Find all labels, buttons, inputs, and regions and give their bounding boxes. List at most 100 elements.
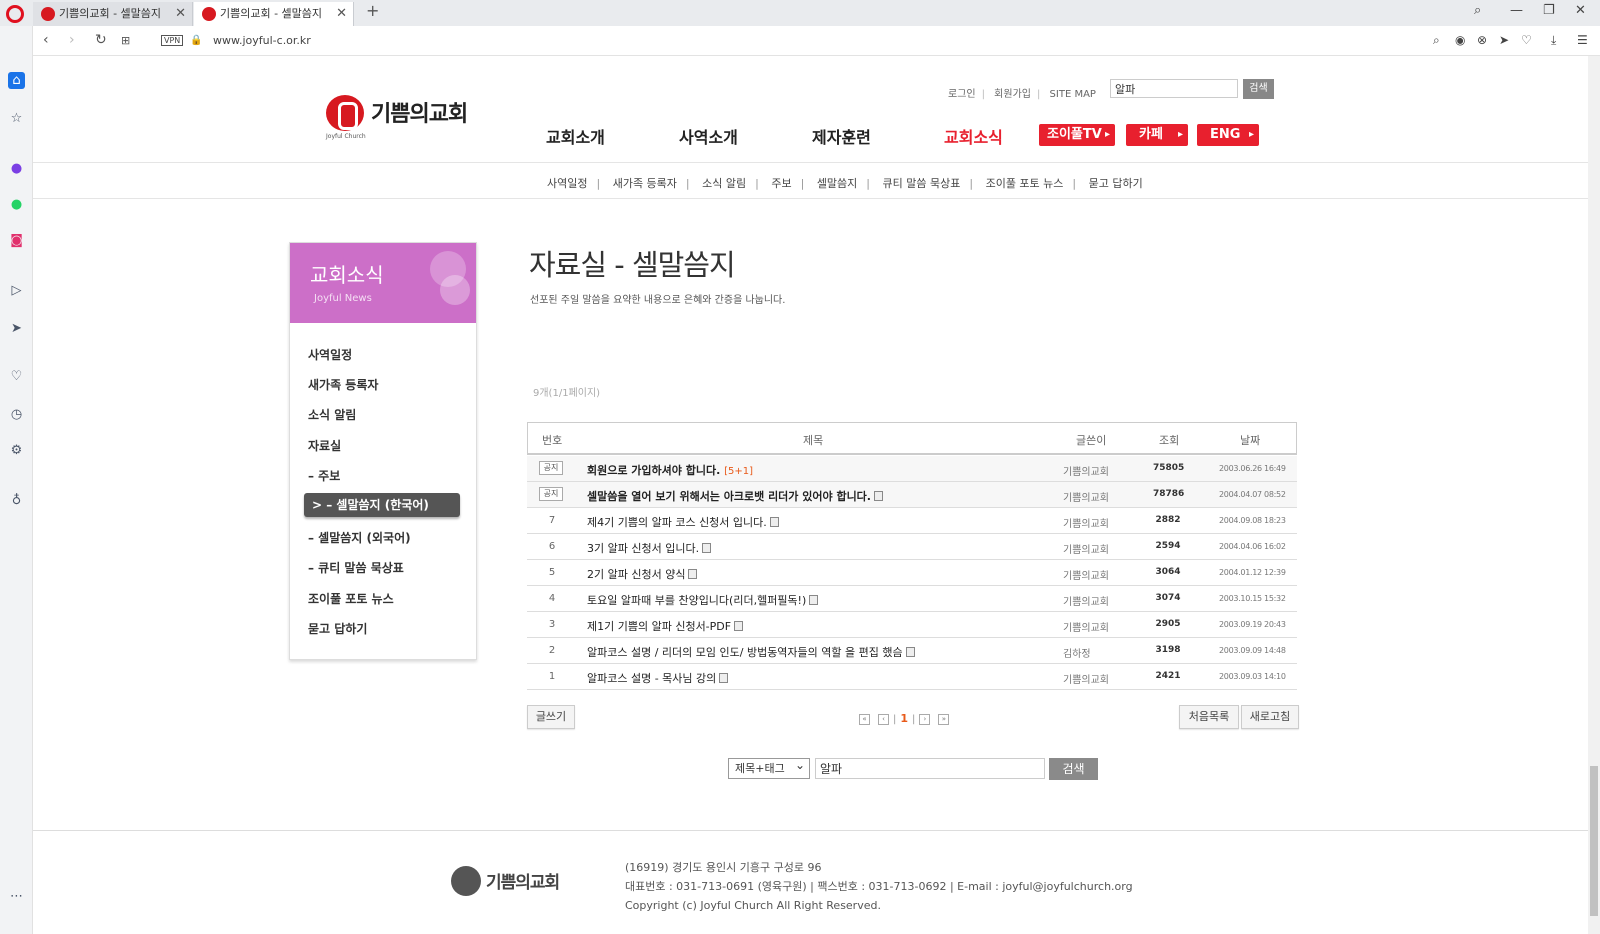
subnav-schedule[interactable]: 사역일정 — [547, 177, 587, 190]
post-title[interactable]: 셀말씀을 열어 보기 위해서는 아크로뱃 리더가 있어야 합니다. — [587, 490, 871, 503]
table-row[interactable]: 4 토요일 알파때 부를 찬양입니다(리더,헬퍼필독!) 기쁨의교회 3074 2003… — [527, 586, 1297, 612]
leftmenu-item[interactable]: – 주보 — [308, 467, 340, 484]
close-tab-icon[interactable]: ✕ — [336, 2, 347, 26]
scrollbar[interactable] — [1588, 56, 1600, 934]
close-window-icon[interactable]: ✕ — [1575, 3, 1586, 18]
post-title-link[interactable]: 제1기 기쁨의 알파 신청서-PDF — [587, 618, 744, 634]
subnav-news[interactable]: 소식 알림 — [702, 177, 746, 190]
player-icon[interactable]: ▷ — [8, 282, 25, 299]
history-icon[interactable]: ◷ — [8, 406, 25, 423]
post-title[interactable]: 3기 알파 신청서 입니다. — [587, 542, 699, 555]
speed-dial-icon[interactable]: ⊞ — [121, 34, 130, 47]
subnav-qt[interactable]: 큐티 말씀 묵상표 — [883, 177, 961, 190]
post-title[interactable]: 알파코스 설명 - 목사님 강의 — [587, 672, 716, 685]
first-page-icon[interactable]: « — [859, 713, 870, 725]
send-icon[interactable]: ➤ — [1499, 33, 1509, 47]
adblock-icon[interactable]: ⊗ — [1477, 33, 1487, 47]
last-page-icon[interactable]: » — [938, 713, 950, 725]
tips-icon[interactable]: ♁ — [8, 492, 25, 509]
opera-logo-icon[interactable] — [6, 5, 24, 23]
post-title[interactable]: 제4기 기쁨의 알파 코스 신청서 입니다. — [587, 516, 767, 529]
table-row[interactable]: 공지 셀말씀을 열어 보기 위해서는 아크로뱃 리더가 있어야 합니다. 기쁨의교회… — [527, 482, 1297, 508]
home-icon[interactable]: ⌂ — [8, 72, 25, 89]
post-title[interactable]: 회원으로 가입하셔야 합니다. — [587, 464, 720, 477]
gnav-about[interactable]: 교회소개 — [546, 124, 605, 148]
header-search-input[interactable]: 알파 — [1110, 79, 1238, 98]
forward-icon[interactable]: › — [69, 32, 75, 48]
settings-icon[interactable]: ⚙ — [8, 442, 25, 459]
search-tabs-icon[interactable]: ⌕ — [1474, 3, 1481, 18]
table-row[interactable]: 5 2기 알파 신청서 양식 기쁨의교회 3064 2004.01.12 12:39 — [527, 560, 1297, 586]
post-title-link[interactable]: 회원으로 가입하셔야 합니다. [5+1] — [587, 462, 753, 478]
leftmenu-item-active[interactable]: > – 셀말씀지 (한국어) — [304, 493, 460, 517]
camera-icon[interactable]: ◉ — [1455, 33, 1465, 47]
current-page[interactable]: 1 — [900, 712, 908, 725]
leftmenu-item[interactable]: 사역일정 — [308, 346, 352, 363]
easy-setup-icon[interactable]: ☰ — [1577, 33, 1588, 47]
browser-tab[interactable]: 기쁨의교회 - 셀말씀지 ✕ — [33, 2, 193, 26]
lock-icon[interactable]: 🔒 — [190, 35, 202, 46]
download-icon[interactable]: ⤓ — [1551, 33, 1556, 48]
eng-button[interactable]: ENG — [1197, 124, 1259, 146]
table-row[interactable]: 2 알파코스 설명 / 리더의 모임 인도/ 방법동역자들의 역할 을 편집 했슴… — [527, 638, 1297, 664]
post-title[interactable]: 2기 알파 신청서 양식 — [587, 568, 685, 581]
url-field[interactable]: www.joyful-c.or.kr — [213, 34, 311, 47]
browser-tab-active[interactable]: 기쁨의교회 - 셀말씀지 ✕ — [194, 2, 354, 26]
bookmark-icon[interactable]: ☆ — [8, 110, 25, 127]
leftmenu-item[interactable]: 소식 알림 — [308, 406, 356, 423]
instagram-icon[interactable]: ◙ — [8, 232, 25, 249]
prev-page-icon[interactable]: ‹ — [878, 713, 889, 725]
gnav-ministry[interactable]: 사역소개 — [679, 124, 738, 148]
vpn-badge[interactable]: VPN — [161, 35, 184, 46]
post-title-link[interactable]: 토요일 알파때 부를 찬양입니다(리더,헬퍼필독!) — [587, 592, 819, 608]
first-list-button[interactable]: 처음목록 — [1179, 705, 1239, 729]
messenger-icon[interactable]: ● — [8, 160, 25, 177]
leftmenu-item[interactable]: 자료실 — [308, 437, 341, 454]
post-title-link[interactable]: 알파코스 설명 / 리더의 모임 인도/ 방법동역자들의 역할 을 편집 했슴 — [587, 644, 915, 660]
zoom-icon[interactable]: ⌕ — [1433, 33, 1440, 48]
post-title-link[interactable]: 3기 알파 신청서 입니다. — [587, 540, 712, 556]
heart-icon[interactable]: ♡ — [1521, 33, 1532, 47]
write-button[interactable]: 글쓰기 — [527, 705, 575, 729]
refresh-button[interactable]: 새로고침 — [1241, 705, 1299, 729]
reload-icon[interactable]: ↻ — [95, 32, 107, 48]
leftmenu-item[interactable]: – 큐티 말씀 묵상표 — [308, 559, 404, 576]
post-title-link[interactable]: 알파코스 설명 - 목사님 강의 — [587, 670, 729, 686]
login-link[interactable]: 로그인 — [948, 89, 976, 100]
table-row[interactable]: 1 알파코스 설명 - 목사님 강의 기쁨의교회 2421 2003.09.03 14:… — [527, 664, 1297, 690]
table-row[interactable]: 공지 회원으로 가입하셔야 합니다. [5+1] 기쁨의교회 75805 2003.06… — [527, 456, 1297, 482]
scrollbar-thumb[interactable] — [1590, 766, 1598, 916]
post-title[interactable]: 알파코스 설명 / 리더의 모임 인도/ 방법동역자들의 역할 을 편집 했슴 — [587, 646, 903, 659]
new-tab-icon[interactable]: + — [366, 1, 379, 20]
subnav-cell-sermon[interactable]: 셀말씀지 — [817, 177, 857, 190]
post-title-link[interactable]: 셀말씀을 열어 보기 위해서는 아크로뱃 리더가 있어야 합니다. — [587, 488, 883, 504]
search-type-select[interactable]: 제목+태그 — [728, 756, 810, 779]
table-row[interactable]: 7 제4기 기쁨의 알파 코스 신청서 입니다. 기쁨의교회 2882 2004.09.… — [527, 508, 1297, 534]
leftmenu-item[interactable]: – 셀말씀지 (외국어) — [308, 529, 411, 546]
joyful-tv-button[interactable]: 조이풀TV — [1039, 124, 1115, 146]
gnav-discipleship[interactable]: 제자훈련 — [812, 124, 871, 148]
close-tab-icon[interactable]: ✕ — [175, 2, 186, 26]
post-title[interactable]: 토요일 알파때 부를 찬양입니다(리더,헬퍼필독!) — [587, 594, 806, 607]
subnav-bulletin[interactable]: 주보 — [771, 177, 791, 190]
board-search-button[interactable]: 검색 — [1049, 758, 1098, 780]
site-logo[interactable]: 기쁨의교회 Joyful Church — [323, 91, 483, 141]
table-row[interactable]: 6 3기 알파 신청서 입니다. 기쁨의교회 2594 2004.04.06 16:02 — [527, 534, 1297, 560]
back-icon[interactable]: ‹ — [43, 32, 49, 48]
next-page-icon[interactable]: › — [919, 713, 931, 725]
post-title[interactable]: 제1기 기쁨의 알파 신청서-PDF — [587, 620, 731, 633]
minimize-icon[interactable]: — — [1510, 3, 1523, 18]
subnav-photo-news[interactable]: 조이풀 포토 뉴스 — [986, 177, 1064, 190]
heart-icon[interactable]: ♡ — [8, 368, 25, 385]
leftmenu-item[interactable]: 새가족 등록자 — [308, 376, 378, 393]
post-title-link[interactable]: 2기 알파 신청서 양식 — [587, 566, 698, 582]
whatsapp-icon[interactable]: ● — [8, 196, 25, 213]
leftmenu-item[interactable]: 조이풀 포토 뉴스 — [308, 590, 394, 607]
leftmenu-item[interactable]: 묻고 답하기 — [308, 620, 367, 637]
maximize-icon[interactable]: ❐ — [1543, 3, 1555, 18]
board-search-input[interactable]: 알파 — [815, 758, 1045, 779]
post-title-link[interactable]: 제4기 기쁨의 알파 코스 신청서 입니다. — [587, 514, 779, 530]
sitemap-link[interactable]: SITE MAP — [1050, 89, 1096, 100]
gnav-news[interactable]: 교회소식 — [944, 124, 1003, 148]
subnav-newcomers[interactable]: 새가족 등록자 — [613, 177, 677, 190]
